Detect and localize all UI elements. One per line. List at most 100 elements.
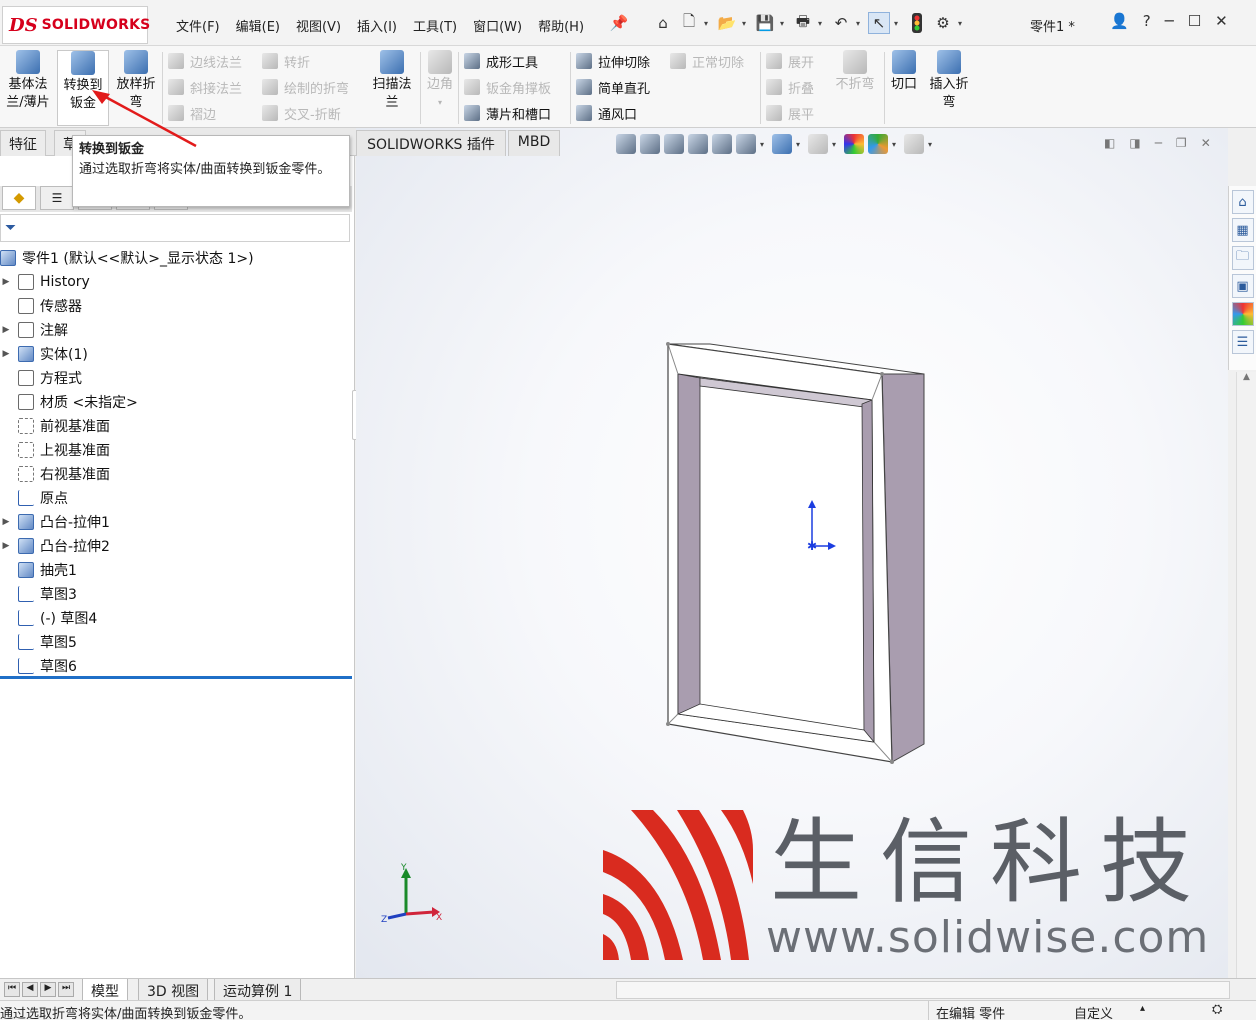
swept-flange-button[interactable]: 扫描法兰 bbox=[366, 50, 418, 126]
design-library-icon[interactable]: ▦ bbox=[1231, 218, 1254, 242]
tree-item-material[interactable]: 材质 <未指定> bbox=[0, 390, 138, 414]
jog-button[interactable]: 转折 bbox=[262, 50, 349, 72]
fold-button[interactable]: 折叠 bbox=[766, 76, 814, 98]
expand-arrow-icon[interactable]: ▶ bbox=[0, 517, 12, 527]
corners-button[interactable]: 边角 ▾ bbox=[424, 50, 456, 126]
menu-file[interactable]: 文件(F) bbox=[168, 14, 228, 37]
previous-view-icon[interactable] bbox=[664, 134, 684, 154]
feature-manager-tab[interactable]: ◆ bbox=[2, 186, 36, 210]
vent-button[interactable]: 通风口 bbox=[576, 102, 650, 124]
tree-item-solid-bodies[interactable]: ▶ 实体(1) bbox=[0, 342, 88, 366]
expand-arrow-icon[interactable]: ▶ bbox=[0, 541, 12, 551]
tree-item-origin[interactable]: 原点 bbox=[0, 486, 68, 510]
minimize-window-icon[interactable]: ─ bbox=[1165, 12, 1174, 30]
chevron-down-icon[interactable]: ▾ bbox=[856, 19, 864, 28]
zoom-to-fit-icon[interactable] bbox=[616, 134, 636, 154]
file-explorer-folder-icon[interactable]: 🗀 bbox=[1231, 246, 1254, 270]
solidworks-resources-home-icon[interactable]: ⌂ bbox=[1231, 190, 1254, 214]
cross-break-button[interactable]: 交叉-折断 bbox=[262, 102, 349, 124]
hide-show-items-icon[interactable] bbox=[808, 134, 828, 154]
chevron-down-icon[interactable]: ▾ bbox=[832, 140, 840, 149]
save-icon[interactable]: 💾 bbox=[754, 12, 776, 34]
chevron-down-icon[interactable]: ▾ bbox=[818, 19, 826, 28]
tree-item-top-plane[interactable]: 上视基准面 bbox=[0, 438, 110, 462]
new-document-icon[interactable]: 🗋 bbox=[678, 12, 700, 34]
view-settings-monitor-icon[interactable] bbox=[904, 134, 924, 154]
expand-arrow-icon[interactable]: ▶ bbox=[0, 325, 12, 335]
print-icon[interactable]: 🖶 bbox=[792, 12, 814, 34]
normal-cut-button[interactable]: 正常切除 bbox=[670, 50, 744, 72]
tree-item-right-plane[interactable]: 右视基准面 bbox=[0, 462, 110, 486]
undo-icon[interactable]: ↶ bbox=[830, 12, 852, 34]
insert-bends-button[interactable]: 插入折弯 bbox=[924, 50, 974, 126]
chevron-down-icon[interactable]: ▾ bbox=[780, 19, 788, 28]
unfold-button[interactable]: 展开 bbox=[766, 50, 814, 72]
open-folder-icon[interactable]: 📂 bbox=[716, 12, 738, 34]
tab-solidworks-addins[interactable]: SOLIDWORKS 插件 bbox=[356, 130, 506, 156]
minimize-doc-icon[interactable]: ─ bbox=[1155, 136, 1162, 150]
units-dropdown[interactable]: 自定义 bbox=[1074, 1003, 1113, 1020]
chevron-down-icon[interactable]: ▾ bbox=[892, 140, 900, 149]
simple-hole-button[interactable]: 简单直孔 bbox=[576, 76, 650, 98]
tab-and-slot-button[interactable]: 薄片和槽口 bbox=[464, 102, 551, 124]
tree-item-boss-extrude2[interactable]: ▶ 凸台-拉伸2 bbox=[0, 534, 110, 558]
select-cursor-icon[interactable]: ↖ bbox=[868, 12, 890, 34]
help-question-icon[interactable]: ? bbox=[1143, 12, 1151, 30]
rebuild-traffic-light-icon[interactable] bbox=[906, 12, 928, 34]
close-doc-icon[interactable]: ✕ bbox=[1201, 136, 1211, 150]
chevron-down-icon[interactable]: ▾ bbox=[760, 140, 768, 149]
chevron-down-icon[interactable]: ▾ bbox=[928, 140, 936, 149]
tab-motion-study-1[interactable]: 运动算例 1 bbox=[214, 979, 302, 1001]
menu-tools[interactable]: 工具(T) bbox=[405, 14, 465, 37]
chevron-down-icon[interactable]: ▾ bbox=[742, 19, 750, 28]
edit-appearance-icon[interactable] bbox=[844, 134, 864, 154]
tab-model[interactable]: 模型 bbox=[82, 979, 128, 1001]
tree-item-history[interactable]: ▶ History bbox=[0, 270, 90, 294]
chevron-down-icon[interactable]: ▾ bbox=[958, 19, 966, 28]
chevron-down-icon[interactable]: ▾ bbox=[796, 140, 804, 149]
extruded-cut-button[interactable]: 拉伸切除 bbox=[576, 50, 650, 72]
expand-arrow-icon[interactable]: ▶ bbox=[0, 349, 12, 359]
close-window-icon[interactable]: ✕ bbox=[1215, 12, 1228, 30]
display-style-icon[interactable] bbox=[772, 134, 792, 154]
tree-item-boss-extrude1[interactable]: ▶ 凸台-拉伸1 bbox=[0, 510, 110, 534]
tree-item-shell1[interactable]: 抽壳1 bbox=[0, 558, 77, 582]
tree-item-sketch5[interactable]: 草图5 bbox=[0, 630, 77, 654]
tab-3d-views[interactable]: 3D 视图 bbox=[138, 979, 209, 1001]
status-rebuild-icon[interactable]: ⛭ bbox=[1212, 1002, 1222, 1017]
tab-mbd[interactable]: MBD bbox=[508, 130, 560, 156]
vertical-scrollbar[interactable]: ▲ bbox=[1236, 372, 1256, 978]
custom-properties-icon[interactable]: ☰ bbox=[1231, 330, 1254, 354]
chevron-down-icon[interactable]: ▾ bbox=[704, 19, 712, 28]
appearances-scenes-icon[interactable] bbox=[1231, 302, 1254, 326]
tile-left-icon[interactable]: ◧ bbox=[1104, 136, 1115, 150]
apply-scene-icon[interactable] bbox=[868, 134, 888, 154]
menu-edit[interactable]: 编辑(E) bbox=[228, 14, 288, 37]
tree-item-annotations[interactable]: ▶ 注解 bbox=[0, 318, 68, 342]
tree-item-sketch3[interactable]: 草图3 bbox=[0, 582, 77, 606]
chevron-down-icon[interactable]: ▾ bbox=[438, 94, 442, 112]
sketched-bend-button[interactable]: 绘制的折弯 bbox=[262, 76, 349, 98]
no-bends-button[interactable]: 不折弯 bbox=[830, 50, 880, 126]
tree-root-part[interactable]: 零件1 (默认<<默认>_显示状态 1>) bbox=[0, 246, 254, 270]
property-manager-tab[interactable]: ☰ bbox=[40, 186, 74, 210]
horizontal-scrollbar[interactable] bbox=[616, 981, 1230, 999]
edge-flange-button[interactable]: 边线法兰 bbox=[168, 50, 242, 72]
tree-filter-bar[interactable]: ⏷ bbox=[0, 214, 350, 242]
home-icon[interactable]: ⌂ bbox=[652, 12, 674, 34]
last-tab-icon[interactable]: ⏭ bbox=[58, 982, 74, 997]
menu-insert[interactable]: 插入(I) bbox=[349, 14, 405, 37]
tree-item-equations[interactable]: 方程式 bbox=[0, 366, 82, 390]
base-flange-button[interactable]: 基体法兰/薄片 bbox=[2, 50, 54, 126]
chevron-down-icon[interactable]: ▾ bbox=[894, 19, 902, 28]
pin-icon[interactable]: 📌 bbox=[608, 12, 630, 34]
flatten-button[interactable]: 展平 bbox=[766, 102, 814, 124]
section-view-icon[interactable] bbox=[688, 134, 708, 154]
tree-item-sensors[interactable]: 传感器 bbox=[0, 294, 82, 318]
tile-right-icon[interactable]: ◨ bbox=[1129, 136, 1140, 150]
tree-item-front-plane[interactable]: 前视基准面 bbox=[0, 414, 110, 438]
tab-features[interactable]: 特征 bbox=[0, 130, 46, 156]
chevron-up-icon[interactable]: ▴ bbox=[1140, 1003, 1145, 1014]
menu-help[interactable]: 帮助(H) bbox=[530, 14, 592, 37]
rollback-bar[interactable] bbox=[0, 676, 352, 679]
